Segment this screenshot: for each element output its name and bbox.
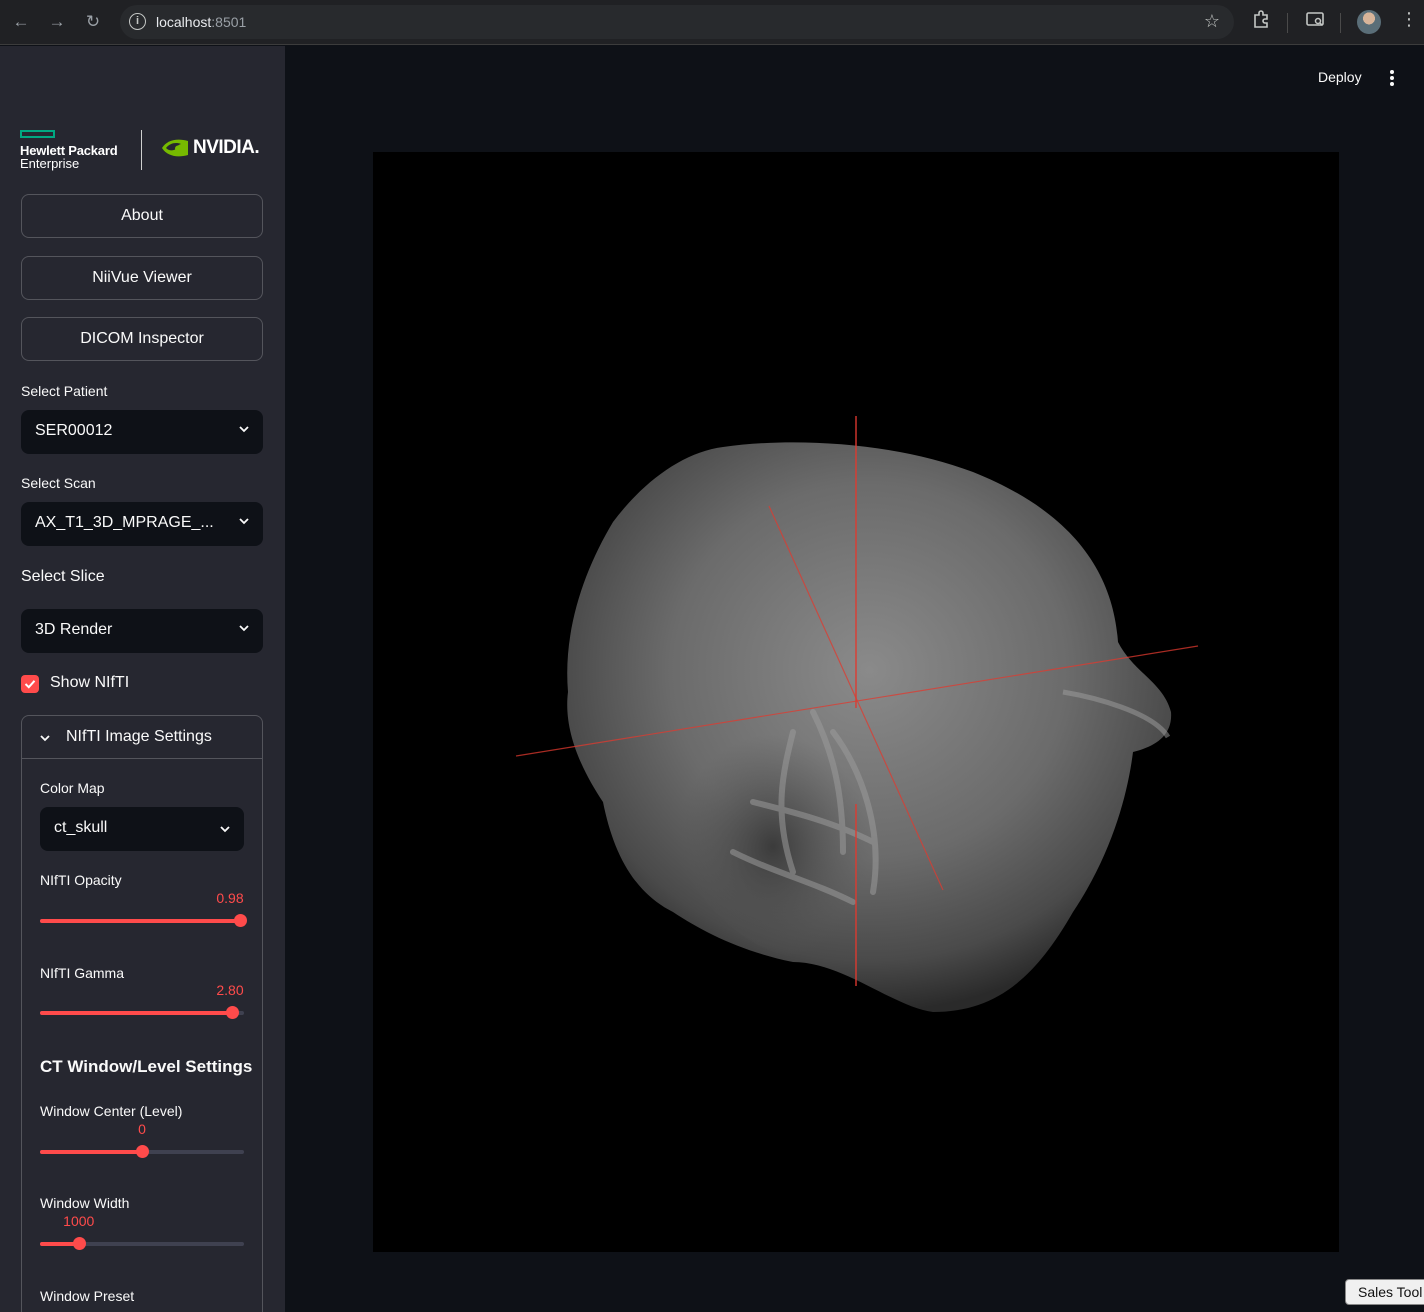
nifti-gamma-label: NIfTI Gamma bbox=[40, 965, 125, 981]
browser-toolbar: ← → ↻ i localhost:8501 ☆ ⋮ bbox=[0, 0, 1424, 45]
main-menu-icon[interactable] bbox=[1389, 70, 1395, 86]
profile-avatar[interactable] bbox=[1357, 10, 1381, 34]
sales-tool-tab[interactable]: Sales Tool bbox=[1345, 1279, 1424, 1305]
partner-logo: Hewlett Packard Enterprise NVIDIA. bbox=[20, 128, 264, 172]
sidebar: Hewlett Packard Enterprise NVIDIA. About… bbox=[0, 46, 285, 1312]
slider-fill bbox=[40, 1011, 232, 1015]
select-patient-dropdown[interactable]: SER00012 bbox=[21, 410, 263, 454]
select-slice-dropdown[interactable]: 3D Render bbox=[21, 609, 263, 653]
select-patient-value: SER00012 bbox=[35, 422, 113, 439]
window-center-label: Window Center (Level) bbox=[40, 1103, 183, 1119]
slider-value: 0 bbox=[138, 1121, 146, 1137]
slider-thumb[interactable] bbox=[72, 1237, 86, 1250]
extensions-icon[interactable] bbox=[1252, 9, 1272, 34]
toolbar-divider bbox=[1287, 13, 1288, 33]
bookmark-star-icon[interactable]: ☆ bbox=[1204, 11, 1220, 32]
hpe-logo-mark bbox=[20, 130, 55, 138]
nvidia-wordmark: NVIDIA. bbox=[193, 137, 260, 158]
select-scan-value: AX_T1_3D_MPRAGE_... bbox=[35, 514, 214, 531]
slider-value: 0.98 bbox=[216, 890, 244, 906]
forward-arrow-icon[interactable]: → bbox=[45, 10, 69, 34]
slider-thumb[interactable] bbox=[136, 1145, 149, 1158]
window-width-slider[interactable]: 1000 bbox=[40, 1213, 244, 1251]
volume-render-3d[interactable] bbox=[373, 152, 1339, 1252]
select-slice-label: Select Slice bbox=[21, 568, 105, 585]
niivue-3d-canvas[interactable] bbox=[373, 152, 1339, 1252]
select-patient-label: Select Patient bbox=[21, 383, 108, 399]
ct-window-level-heading: CT Window/Level Settings bbox=[40, 1057, 253, 1076]
expander-header[interactable]: NIfTI Image Settings bbox=[22, 716, 262, 759]
address-bar[interactable]: i localhost:8501 ☆ bbox=[120, 5, 1234, 39]
dicom-inspector-button[interactable]: DICOM Inspector bbox=[21, 317, 263, 361]
nifti-gamma-slider[interactable]: 2.80 bbox=[40, 982, 244, 1020]
show-nifti-label[interactable]: Show NIfTI bbox=[50, 674, 129, 692]
select-scan-dropdown[interactable]: AX_T1_3D_MPRAGE_... bbox=[21, 502, 263, 546]
slider-thumb[interactable] bbox=[233, 914, 247, 927]
slider-value: 1000 bbox=[63, 1213, 95, 1229]
window-preset-label: Window Preset bbox=[40, 1288, 135, 1304]
reload-icon[interactable]: ↻ bbox=[81, 10, 105, 34]
chevron-down-icon bbox=[239, 625, 249, 632]
checkmark-icon bbox=[24, 680, 36, 689]
tab-search-icon[interactable] bbox=[1305, 9, 1325, 34]
expander-title: NIfTI Image Settings bbox=[66, 728, 212, 745]
show-nifti-checkbox[interactable] bbox=[21, 675, 39, 693]
url-text: localhost:8501 bbox=[156, 14, 246, 30]
chevron-down-icon bbox=[239, 426, 249, 433]
color-map-label: Color Map bbox=[40, 780, 105, 796]
slider-value: 2.80 bbox=[216, 982, 244, 998]
toolbar-divider bbox=[1340, 13, 1341, 33]
window-width-label: Window Width bbox=[40, 1195, 130, 1211]
niivue-viewer-button[interactable]: NiiVue Viewer bbox=[21, 256, 263, 300]
logo-divider bbox=[141, 130, 142, 170]
select-scan-label: Select Scan bbox=[21, 475, 96, 491]
hpe-wordmark: Hewlett Packard Enterprise bbox=[20, 144, 118, 171]
nifti-image-settings-expander: NIfTI Image Settings Color Map ct_skull … bbox=[21, 715, 263, 1312]
hpe-line2: Enterprise bbox=[20, 156, 80, 171]
slider-fill bbox=[40, 1150, 142, 1154]
about-button[interactable]: About bbox=[21, 194, 263, 238]
back-arrow-icon[interactable]: ← bbox=[9, 10, 33, 34]
select-slice-value: 3D Render bbox=[35, 621, 113, 638]
nvidia-eye-icon bbox=[162, 139, 188, 157]
url-port: :8501 bbox=[211, 14, 247, 30]
deploy-button[interactable]: Deploy bbox=[1318, 69, 1362, 85]
nifti-opacity-label: NIfTI Opacity bbox=[40, 872, 122, 888]
chevron-down-icon bbox=[40, 735, 50, 742]
slider-fill bbox=[40, 919, 240, 923]
chevron-down-icon bbox=[220, 826, 230, 833]
nifti-opacity-slider[interactable]: 0.98 bbox=[40, 890, 247, 928]
window-center-slider[interactable]: 0 bbox=[40, 1121, 244, 1159]
url-host: localhost bbox=[156, 14, 212, 30]
site-info-icon[interactable]: i bbox=[129, 13, 146, 30]
slider-thumb[interactable] bbox=[225, 1006, 239, 1019]
browser-menu-icon[interactable]: ⋮ bbox=[1400, 9, 1418, 30]
color-map-value: ct_skull bbox=[54, 819, 108, 836]
color-map-dropdown[interactable]: ct_skull bbox=[40, 807, 244, 851]
chevron-down-icon bbox=[239, 518, 249, 525]
